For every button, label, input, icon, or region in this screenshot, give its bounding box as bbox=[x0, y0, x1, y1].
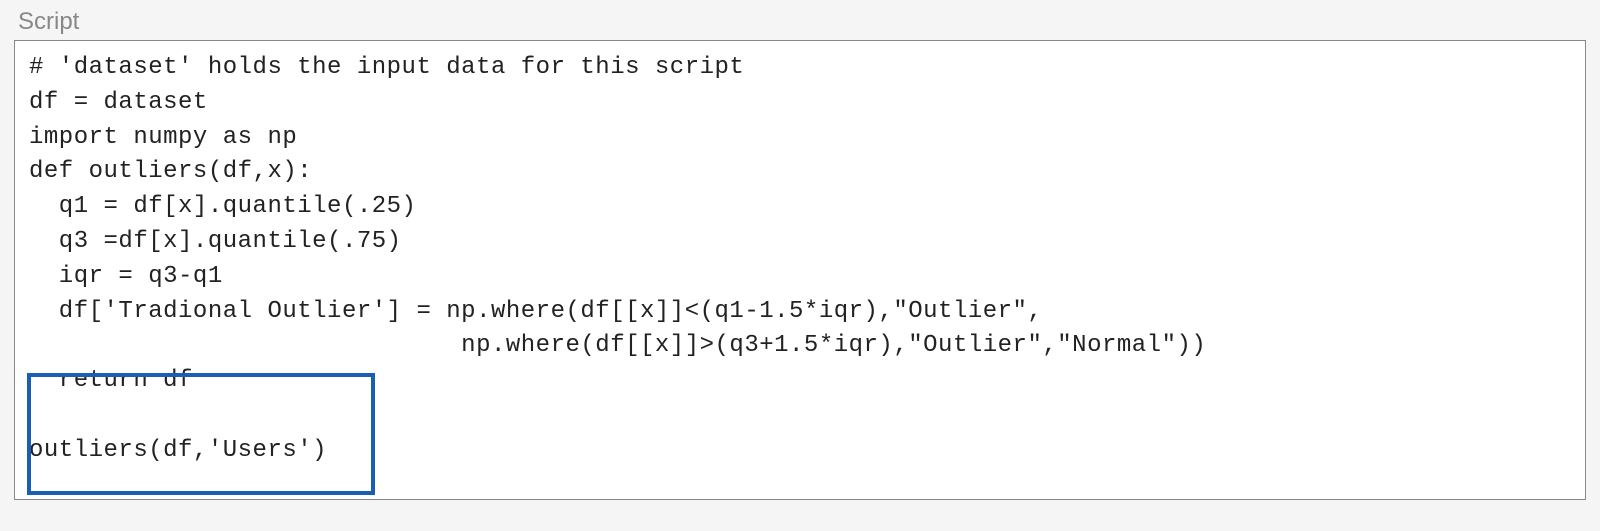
code-line: # 'dataset' holds the input data for thi… bbox=[29, 54, 744, 81]
code-line: df = dataset bbox=[29, 89, 208, 116]
code-line: outliers(df,'Users') bbox=[29, 437, 327, 464]
code-line: df['Tradional Outlier'] = np.where(df[[x… bbox=[29, 298, 1042, 325]
code-line: q1 = df[x].quantile(.25) bbox=[29, 193, 416, 220]
code-content[interactable]: # 'dataset' holds the input data for thi… bbox=[29, 51, 1571, 469]
code-line: import numpy as np bbox=[29, 124, 297, 151]
code-line: return df bbox=[29, 367, 193, 394]
code-line: def outliers(df,x): bbox=[29, 158, 312, 185]
script-editor[interactable]: # 'dataset' holds the input data for thi… bbox=[14, 40, 1586, 500]
code-line: np.where(df[[x]]>(q3+1.5*iqr),"Outlier",… bbox=[29, 332, 1206, 359]
code-line: q3 =df[x].quantile(.75) bbox=[29, 228, 402, 255]
script-label: Script bbox=[18, 8, 1586, 36]
code-line: iqr = q3-q1 bbox=[29, 263, 223, 290]
